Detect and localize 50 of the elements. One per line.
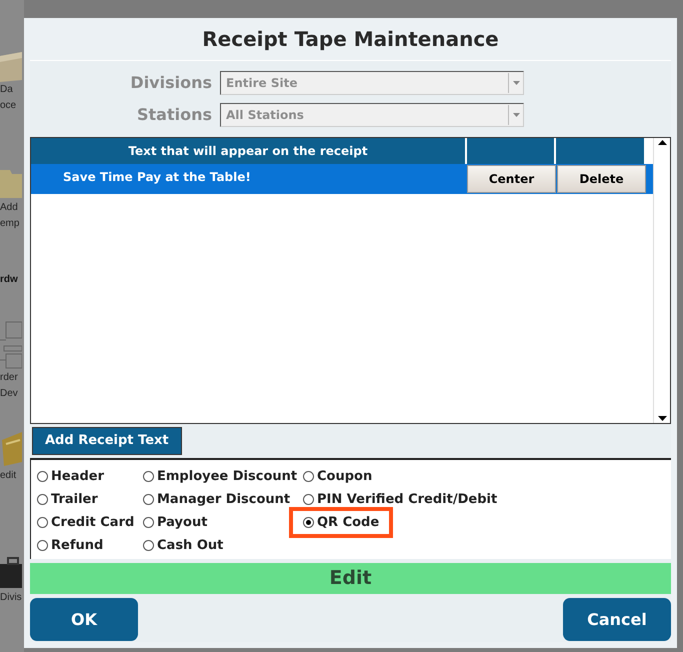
radio-button[interactable] bbox=[143, 517, 154, 528]
scrollbar[interactable] bbox=[653, 138, 670, 423]
radio-label: Credit Card bbox=[51, 514, 134, 532]
desktop-label: rdw bbox=[0, 273, 18, 287]
radio-button[interactable] bbox=[303, 494, 314, 505]
row-action-button[interactable]: Delete bbox=[557, 165, 646, 193]
row-action-button[interactable]: Center bbox=[467, 165, 556, 193]
radio-label: QR Code bbox=[317, 514, 380, 532]
radio-button[interactable] bbox=[303, 517, 314, 528]
desktop-label: Dev bbox=[0, 387, 18, 401]
desktop-label: edit bbox=[0, 469, 16, 483]
desktop-label: oce bbox=[0, 99, 16, 113]
radio-button[interactable] bbox=[37, 494, 48, 505]
dropdown-caret-icon bbox=[508, 73, 523, 93]
diagram-icon bbox=[0, 320, 22, 370]
mode-bar: Edit bbox=[30, 563, 671, 594]
radio-button[interactable] bbox=[143, 471, 154, 482]
desktop-label: Divis bbox=[0, 591, 22, 605]
desktop-label: Da bbox=[0, 83, 13, 97]
dialog-button[interactable]: Cancel bbox=[563, 598, 671, 641]
radio-label: Payout bbox=[157, 514, 208, 532]
radio-button[interactable] bbox=[37, 471, 48, 482]
dialog-button[interactable]: OK bbox=[30, 598, 138, 641]
table-row[interactable]: Save Time Pay at the Table! Center Delete bbox=[31, 164, 653, 194]
radio-label: Cash Out bbox=[157, 536, 224, 555]
radio-button[interactable] bbox=[143, 540, 154, 551]
desktop-label: Add bbox=[0, 201, 18, 215]
radio-button[interactable] bbox=[303, 471, 314, 482]
radio-button[interactable] bbox=[143, 494, 154, 505]
radio-label: Employee Discount bbox=[157, 468, 298, 486]
radio-label: Trailer bbox=[51, 490, 98, 509]
briefcase-icon bbox=[0, 554, 22, 590]
radio-button[interactable] bbox=[37, 540, 48, 551]
filter-label: Divisions bbox=[129, 72, 212, 94]
radio-label: PIN Verified Credit/Debit bbox=[317, 490, 498, 509]
table-cell-text: Save Time Pay at the Table! bbox=[62, 169, 252, 186]
desktop-label: rder bbox=[0, 371, 18, 385]
filter-label: Stations bbox=[136, 104, 212, 126]
scroll-up-icon[interactable] bbox=[658, 140, 666, 145]
radio-label: Header bbox=[51, 468, 104, 486]
radio-label: Manager Discount bbox=[157, 490, 290, 509]
dropdown-caret-icon bbox=[508, 105, 523, 125]
radio-label: Coupon bbox=[317, 468, 372, 486]
add-receipt-text-button[interactable]: Add Receipt Text bbox=[32, 427, 182, 455]
radio-button[interactable] bbox=[37, 517, 48, 528]
dialog-title: Receipt Tape Maintenance bbox=[201, 26, 500, 53]
desktop-label: emp bbox=[0, 217, 20, 231]
scroll-down-icon[interactable] bbox=[658, 416, 666, 421]
column-header: Text that will appear on the receipt bbox=[31, 138, 467, 164]
radio-label: Refund bbox=[51, 536, 104, 555]
